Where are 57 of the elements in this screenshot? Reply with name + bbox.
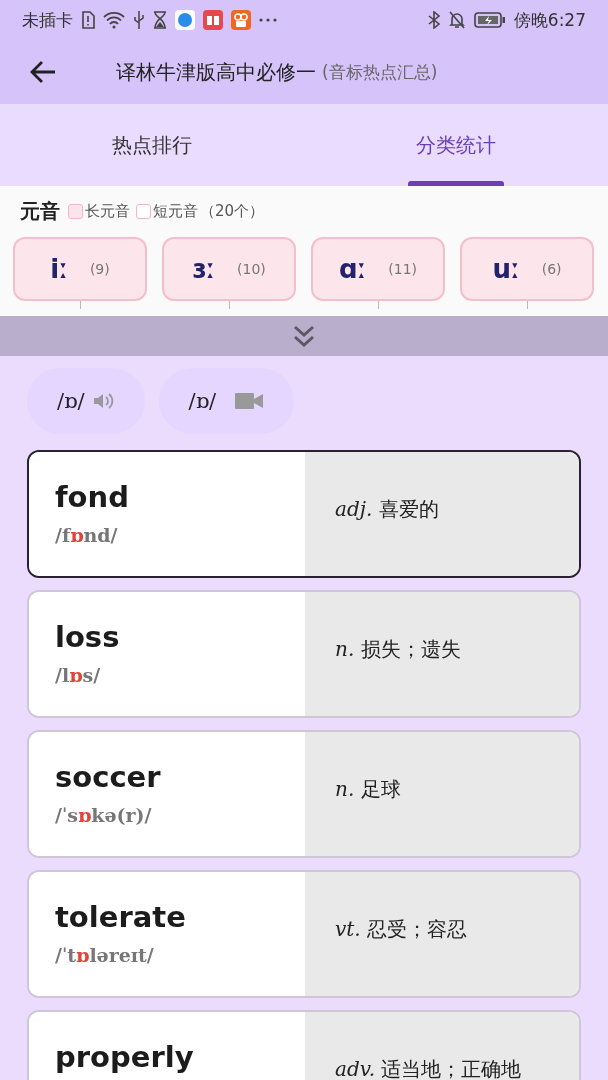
sound-button[interactable]: /ɒ/ bbox=[27, 368, 145, 434]
word-card[interactable]: properly adv. 适当地；正确地 bbox=[27, 1010, 581, 1080]
double-chevron-icon[interactable] bbox=[293, 324, 315, 348]
vowel-chip[interactable]: ɜː (10) bbox=[162, 237, 296, 301]
vowel-chip[interactable]: ɑː (11) bbox=[311, 237, 445, 301]
app-icon bbox=[175, 10, 195, 30]
legend-label: 短元音 bbox=[153, 202, 198, 221]
definition-text: adv. 适当地；正确地 bbox=[335, 1055, 522, 1080]
vowel-symbol: ɜː bbox=[192, 254, 216, 284]
word-text: tolerate bbox=[55, 900, 187, 934]
page-subtitle: (音标热点汇总) bbox=[322, 60, 438, 84]
vowel-symbol: iː bbox=[50, 254, 68, 284]
hourglass-icon bbox=[153, 11, 167, 29]
sound-button[interactable]: /ɒ/ bbox=[158, 368, 295, 434]
usb-icon bbox=[133, 10, 145, 30]
tab[interactable]: 热点排行 bbox=[0, 104, 304, 186]
definition-text: vt. 忍受；容忍 bbox=[335, 915, 468, 943]
word-card[interactable]: loss /lɒs/ n. 损失；遗失 bbox=[27, 590, 581, 718]
section-title: 元音 bbox=[20, 198, 60, 225]
vowel-count: (9) bbox=[89, 261, 110, 277]
more-icon bbox=[259, 18, 277, 22]
phonetic-text: /ˈsɒkə(r)/ bbox=[55, 804, 153, 826]
word-text: soccer bbox=[55, 760, 162, 794]
video-camera-icon bbox=[234, 391, 265, 411]
speaker-icon bbox=[92, 391, 115, 411]
word-card[interactable]: soccer /ˈsɒkə(r)/ n. 足球 bbox=[27, 730, 581, 858]
word-card[interactable]: tolerate /ˈtɒləreɪt/ vt. 忍受；容忍 bbox=[27, 870, 581, 998]
book-app-icon bbox=[203, 10, 223, 30]
definition-text: n. 损失；遗失 bbox=[335, 635, 461, 663]
wifi-icon bbox=[103, 11, 125, 29]
word-text: properly bbox=[55, 1040, 195, 1074]
vowel-symbol: uː bbox=[492, 254, 520, 284]
carrier-text: 未插卡 bbox=[22, 8, 73, 32]
bluetooth-icon bbox=[427, 11, 440, 29]
definition-text: n. 足球 bbox=[335, 775, 401, 803]
sim-icon bbox=[81, 11, 95, 29]
tab[interactable]: 分类统计 bbox=[304, 104, 608, 186]
vowel-count: (11) bbox=[388, 261, 418, 277]
vowel-count: (6) bbox=[541, 261, 562, 277]
vowel-symbol: ɑː bbox=[338, 254, 367, 284]
word-text: fond bbox=[55, 480, 130, 514]
phonetic-text: /lɒs/ bbox=[55, 664, 102, 686]
vowel-chip[interactable]: uː (6) bbox=[460, 237, 594, 301]
vowel-count: (10) bbox=[237, 261, 266, 277]
vowel-chip[interactable]: iː (9) bbox=[13, 237, 147, 301]
mute-bell-icon bbox=[447, 11, 466, 29]
count-text: （20个） bbox=[200, 202, 265, 221]
word-card[interactable]: fond /fɒnd/ adj. 喜爱的 bbox=[27, 450, 581, 578]
word-text: loss bbox=[55, 620, 121, 654]
phonetic-text: /ˈtɒləreɪt/ bbox=[55, 944, 155, 966]
definition-text: adj. 喜爱的 bbox=[335, 495, 439, 523]
video-app-icon bbox=[231, 10, 251, 30]
legend-label: 长元音 bbox=[85, 202, 130, 221]
phonetic-text: /fɒnd/ bbox=[55, 524, 119, 546]
clock-text: 傍晚6:27 bbox=[513, 8, 586, 32]
page-title: 译林牛津版高中必修一 bbox=[116, 58, 316, 86]
battery-icon bbox=[473, 11, 506, 29]
